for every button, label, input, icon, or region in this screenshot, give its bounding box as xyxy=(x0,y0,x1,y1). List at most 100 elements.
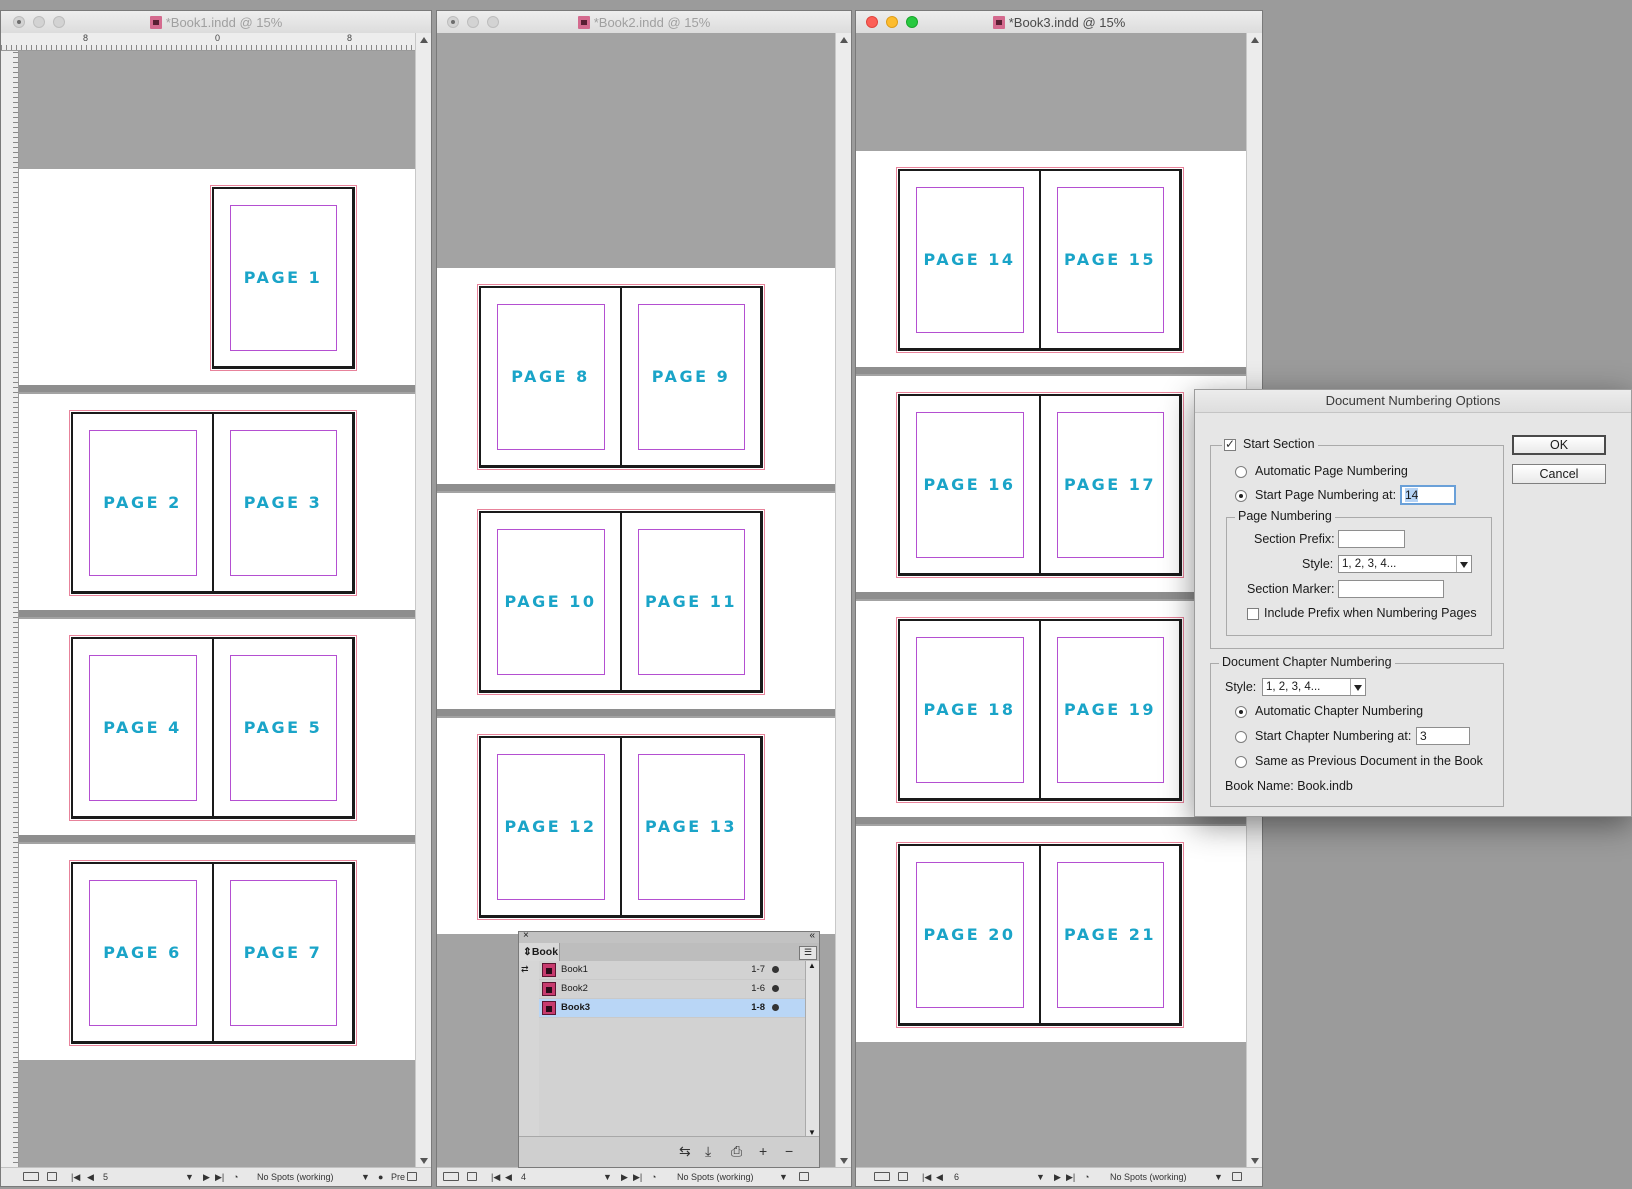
automatic-page-numbering-radio[interactable] xyxy=(1235,466,1247,478)
document-page[interactable]: PAGE 19 xyxy=(1039,619,1182,801)
open-icon[interactable] xyxy=(47,1172,57,1181)
title-bar[interactable]: *Book1.indd @ 15% xyxy=(1,11,431,34)
vertical-ruler[interactable] xyxy=(1,51,19,1168)
view-mode-icon[interactable] xyxy=(443,1172,459,1181)
document-page[interactable]: PAGE 21 xyxy=(1039,844,1182,1026)
preflight-menu-arrow-icon[interactable]: ▼ xyxy=(779,1172,788,1182)
list-item[interactable]: Book3 1-8 xyxy=(539,999,805,1018)
start-section-checkbox[interactable] xyxy=(1224,437,1236,451)
start-chapter-numbering-radio[interactable] xyxy=(1235,731,1247,743)
document-page[interactable]: PAGE 5 xyxy=(212,637,355,819)
page-number-field[interactable]: 6 xyxy=(954,1172,959,1182)
include-prefix-checkbox[interactable] xyxy=(1247,608,1259,620)
start-chapter-number-input[interactable]: 3 xyxy=(1416,727,1470,745)
page-spread[interactable]: PAGE 4 PAGE 5 xyxy=(69,635,357,821)
list-item[interactable]: Book1 1-7 xyxy=(539,961,805,980)
scroll-up-arrow-icon[interactable] xyxy=(1251,37,1259,43)
prev-page-icon[interactable]: ◀ xyxy=(936,1172,943,1183)
preflight-icon[interactable]: ◔ xyxy=(1084,1172,1089,1182)
add-icon[interactable]: + xyxy=(759,1143,767,1159)
page-spread[interactable]: PAGE 8 PAGE 9 xyxy=(477,284,765,470)
scroll-down-arrow-icon[interactable] xyxy=(840,1158,848,1164)
start-page-number-input[interactable]: 14 xyxy=(1400,485,1456,505)
sync-icon[interactable]: ⇆ xyxy=(679,1143,691,1160)
first-page-icon[interactable]: |◀ xyxy=(71,1172,80,1183)
section-marker-input[interactable] xyxy=(1338,580,1444,598)
page-spread[interactable]: PAGE 10 PAGE 11 xyxy=(477,509,765,695)
document-page[interactable]: PAGE 6 xyxy=(71,862,213,1044)
view-mode-icon[interactable] xyxy=(874,1172,890,1181)
book-panel[interactable]: × « ⇕Book ☰ ⇄ Book1 1-7 Book2 1-6 Book3 1-8… xyxy=(518,930,820,1168)
remove-icon[interactable]: − xyxy=(785,1143,793,1159)
panel-menu-icon[interactable]: ☰ xyxy=(799,946,817,960)
first-page-icon[interactable]: |◀ xyxy=(922,1172,931,1183)
document-page[interactable]: PAGE 2 xyxy=(71,412,213,594)
panel-close-icon[interactable]: × xyxy=(523,930,529,941)
last-page-icon[interactable]: ▶| xyxy=(1066,1172,1075,1183)
scroll-up-arrow-icon[interactable]: ▲ xyxy=(808,961,816,970)
scroll-down-arrow-icon[interactable] xyxy=(420,1158,428,1164)
scroll-down-arrow-icon[interactable] xyxy=(1251,1158,1259,1164)
start-page-numbering-radio[interactable] xyxy=(1235,490,1247,502)
title-bar[interactable]: *Book3.indd @ 15% xyxy=(856,11,1262,34)
page-number-field[interactable]: 4 xyxy=(521,1172,526,1182)
split-window-icon[interactable] xyxy=(407,1172,417,1181)
document-page[interactable]: PAGE 16 xyxy=(898,394,1040,576)
print-icon[interactable]: ⎙ xyxy=(731,1143,742,1160)
document-page[interactable]: PAGE 13 xyxy=(620,736,763,918)
sync-source-icon[interactable]: ⇄ xyxy=(521,964,529,975)
title-bar[interactable]: *Book2.indd @ 15% xyxy=(437,11,851,34)
list-item[interactable]: Book2 1-6 xyxy=(539,980,805,999)
preflight-icon[interactable]: ◔ xyxy=(651,1172,656,1182)
document-page[interactable]: PAGE 20 xyxy=(898,844,1040,1026)
page-menu-arrow-icon[interactable]: ▼ xyxy=(185,1172,194,1182)
section-prefix-input[interactable] xyxy=(1338,530,1405,548)
pasteboard[interactable]: PAGE 14 PAGE 15 PAGE 16 PAGE 17 PAGE 18 … xyxy=(856,33,1247,1168)
preflight-menu-arrow-icon[interactable]: ▼ xyxy=(1214,1172,1223,1182)
page-number-field[interactable]: 5 xyxy=(103,1172,108,1182)
document-page[interactable]: PAGE 14 xyxy=(898,169,1040,351)
preflight-icon[interactable]: ◔ xyxy=(233,1172,238,1182)
prev-page-icon[interactable]: ◀ xyxy=(87,1172,94,1183)
open-icon[interactable] xyxy=(467,1172,477,1181)
chapter-style-select[interactable]: 1, 2, 3, 4... xyxy=(1262,678,1366,696)
vertical-scrollbar[interactable] xyxy=(415,33,431,1168)
page-spread[interactable]: PAGE 6 PAGE 7 xyxy=(69,860,357,1046)
last-page-icon[interactable]: ▶| xyxy=(633,1172,642,1183)
open-icon[interactable] xyxy=(898,1172,908,1181)
panel-scrollbar[interactable]: ▲ ▼ xyxy=(805,961,819,1137)
preflight-menu-arrow-icon[interactable]: ▼ xyxy=(361,1172,370,1182)
page-menu-arrow-icon[interactable]: ▼ xyxy=(1036,1172,1045,1182)
prev-page-icon[interactable]: ◀ xyxy=(505,1172,512,1183)
page-spread[interactable]: PAGE 20 PAGE 21 xyxy=(896,842,1184,1028)
pasteboard[interactable]: PAGE 1 PAGE 2 PAGE 3 PAGE 4 PAGE 5 PAGE … xyxy=(19,51,416,1168)
document-page[interactable]: PAGE 7 xyxy=(212,862,355,1044)
split-window-icon[interactable] xyxy=(799,1172,809,1181)
save-icon[interactable]: ⤓ xyxy=(705,1143,711,1160)
document-page[interactable]: PAGE 18 xyxy=(898,619,1040,801)
document-page[interactable]: PAGE 15 xyxy=(1039,169,1182,351)
cancel-button[interactable]: Cancel xyxy=(1512,464,1606,484)
document-page[interactable]: PAGE 10 xyxy=(479,511,621,693)
document-page[interactable]: PAGE 11 xyxy=(620,511,763,693)
document-page[interactable]: PAGE 9 xyxy=(620,286,763,468)
horizontal-ruler[interactable]: 8 0 8 xyxy=(1,33,416,51)
page-spread[interactable]: PAGE 2 PAGE 3 xyxy=(69,410,357,596)
first-page-icon[interactable]: |◀ xyxy=(491,1172,500,1183)
vertical-scrollbar[interactable] xyxy=(835,33,851,1168)
last-page-icon[interactable]: ▶| xyxy=(215,1172,224,1183)
document-page[interactable]: PAGE 12 xyxy=(479,736,621,918)
split-window-icon[interactable] xyxy=(1232,1172,1242,1181)
ok-button[interactable]: OK xyxy=(1512,435,1606,455)
document-page[interactable]: PAGE 4 xyxy=(71,637,213,819)
next-page-icon[interactable]: ▶ xyxy=(1054,1172,1061,1183)
scroll-up-arrow-icon[interactable] xyxy=(420,37,428,43)
document-page[interactable]: PAGE 8 xyxy=(479,286,621,468)
panel-collapse-icon[interactable]: « xyxy=(809,930,815,941)
page-spread[interactable]: PAGE 12 PAGE 13 xyxy=(477,734,765,920)
view-mode-icon[interactable] xyxy=(23,1172,39,1181)
next-page-icon[interactable]: ▶ xyxy=(203,1172,210,1183)
same-as-previous-radio[interactable] xyxy=(1235,756,1247,768)
document-page[interactable]: PAGE 1 xyxy=(210,185,357,371)
tab-book[interactable]: ⇕Book xyxy=(519,943,560,961)
